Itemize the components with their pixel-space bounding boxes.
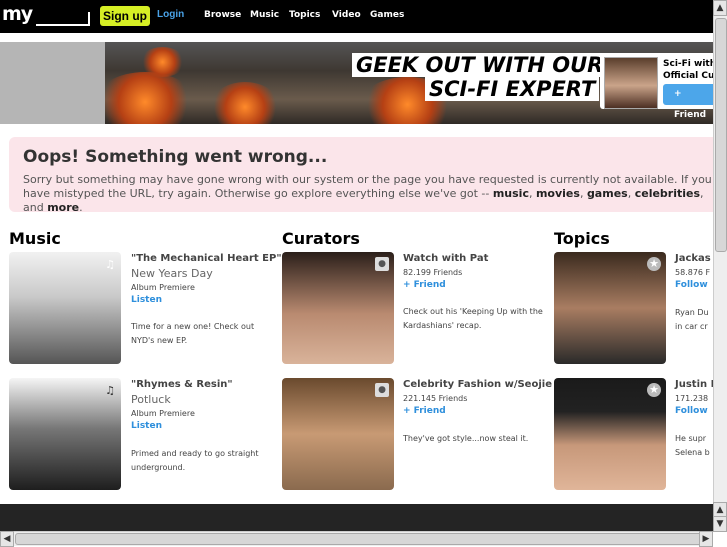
banner-friend-button[interactable]: + Friend <box>663 84 713 120</box>
curator-name[interactable]: Celebrity Fashion w/Seojie <box>403 379 552 390</box>
topic-name[interactable]: Justin I <box>675 379 714 390</box>
nav-topics[interactable]: Topics <box>289 10 320 20</box>
music-item-title[interactable]: "The Mechanical Heart EP" <box>131 253 282 264</box>
follower-count: 171.238 <box>675 394 709 403</box>
star-icon: ★ <box>647 257 661 271</box>
page-footer <box>0 504 713 531</box>
music-note-icon: ♫ <box>105 384 115 397</box>
games-link[interactable]: games <box>587 187 628 200</box>
add-friend-link[interactable]: + Friend <box>403 406 446 416</box>
music-item-artist[interactable]: New Years Day <box>131 267 213 280</box>
movies-link[interactable]: movies <box>536 187 580 200</box>
scroll-down-arrow-icon[interactable]: ▼ <box>713 516 727 532</box>
music-item-meta: Album Premiere <box>131 283 195 292</box>
listen-link[interactable]: Listen <box>131 421 162 431</box>
music-item-artist[interactable]: Potluck <box>131 393 171 406</box>
follow-link[interactable]: Follow <box>675 280 708 290</box>
fire-glow <box>105 72 195 124</box>
topic-name[interactable]: Jackas <box>675 253 711 264</box>
music-item-description: Primed and ready to go straight undergro… <box>131 449 259 472</box>
nav-browse[interactable]: Browse <box>204 10 241 20</box>
music-item-description: Time for a new one! Check out NYD's new … <box>131 322 255 345</box>
person-icon: ● <box>375 383 389 397</box>
follow-link[interactable]: Follow <box>675 406 708 416</box>
nav-music[interactable]: Music <box>250 10 279 20</box>
signup-button[interactable]: Sign up <box>100 6 150 26</box>
celebrities-link[interactable]: celebrities <box>635 187 700 200</box>
error-description: Sorry but something may have gone wrong … <box>23 173 712 214</box>
topic-description: Ryan Du in car cr <box>675 308 709 331</box>
listen-link[interactable]: Listen <box>131 295 162 305</box>
scroll-up-arrow-icon[interactable]: ▲ <box>713 0 727 16</box>
banner-headline: GEEK OUT WITH OUR <box>352 53 608 77</box>
site-logo[interactable]: my <box>2 3 33 25</box>
music-link[interactable]: music <box>493 187 529 200</box>
banner-headline-second: SCI-FI EXPERT <box>425 77 600 101</box>
curator-description: Check out his 'Keeping Up with the Karda… <box>403 307 543 330</box>
login-link[interactable]: Login <box>157 9 184 20</box>
more-link[interactable]: more <box>47 201 79 214</box>
vertical-scroll-thumb[interactable] <box>715 18 727 252</box>
follower-count: 58.876 F <box>675 268 711 277</box>
curator-avatar[interactable] <box>604 57 658 109</box>
logo-underline-end <box>88 12 90 26</box>
curators-section-title: Curators <box>282 229 360 248</box>
topic-description: He supr Selena b <box>675 434 710 457</box>
nav-video[interactable]: Video <box>332 10 361 20</box>
curator-name[interactable]: Watch with Pat <box>403 253 488 264</box>
friend-count: 82.199 Friends <box>403 268 463 277</box>
logo-underline <box>36 24 90 26</box>
music-note-icon: ♫ <box>105 258 115 271</box>
promo-text: Sci-Fi with Official Cur <box>663 59 719 81</box>
horizontal-scroll-thumb[interactable] <box>15 533 703 545</box>
music-item-title[interactable]: "Rhymes & Resin" <box>131 379 233 390</box>
curator-description: They've got style...now steal it. <box>403 434 529 443</box>
fire-glow <box>140 47 185 77</box>
friend-count: 221.145 Friends <box>403 394 468 403</box>
topics-section-title: Topics <box>554 229 610 248</box>
banner-side-panel <box>0 42 105 124</box>
person-icon: ● <box>375 257 389 271</box>
error-title: Oops! Something went wrong... <box>23 147 328 167</box>
fire-glow <box>210 82 280 124</box>
add-friend-link[interactable]: + Friend <box>403 280 446 290</box>
nav-games[interactable]: Games <box>370 10 404 20</box>
music-section-title: Music <box>9 229 61 248</box>
music-item-meta: Album Premiere <box>131 409 195 418</box>
star-icon: ★ <box>647 383 661 397</box>
